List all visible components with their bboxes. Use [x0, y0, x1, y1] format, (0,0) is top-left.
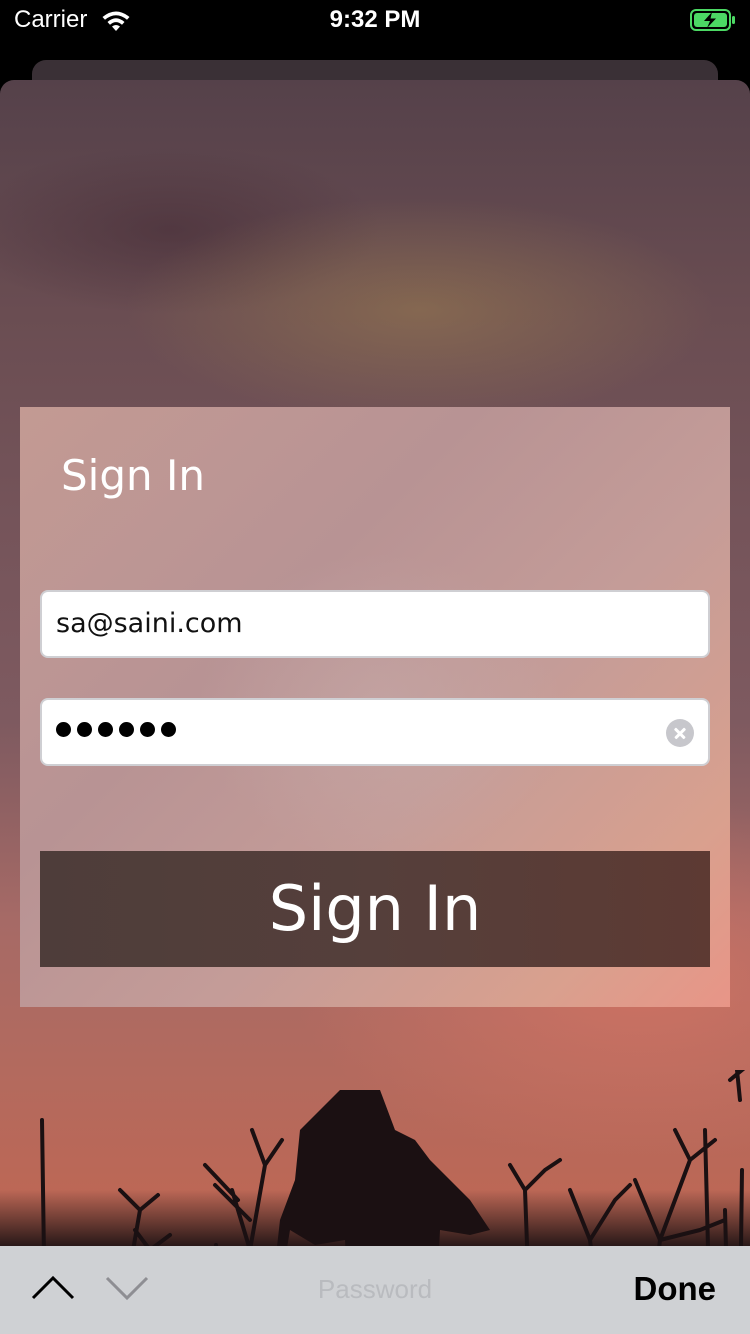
password-dot — [161, 722, 176, 737]
email-value: sa@saini.com — [56, 608, 243, 639]
silhouette-scenery — [40, 1070, 746, 1246]
password-dot — [77, 722, 92, 737]
password-dot — [98, 722, 113, 737]
password-field[interactable] — [40, 698, 710, 766]
password-dot — [140, 722, 155, 737]
panel-title: Sign In — [61, 451, 205, 500]
signin-panel: Sign In sa@saini.com Sign In — [20, 407, 730, 1007]
signin-button[interactable]: Sign In — [40, 851, 710, 967]
clear-icon[interactable] — [666, 719, 694, 747]
status-time: 9:32 PM — [329, 6, 421, 33]
email-field[interactable]: sa@saini.com — [40, 590, 710, 658]
done-button[interactable]: Done — [634, 1270, 717, 1308]
battery-charging-icon — [690, 9, 735, 31]
password-dot — [119, 722, 134, 737]
status-bar: Carrier 9:32 PM — [0, 0, 750, 42]
password-dots — [56, 722, 176, 737]
password-dot — [56, 722, 71, 737]
keyboard-toolbar: Password Done — [0, 1246, 750, 1334]
